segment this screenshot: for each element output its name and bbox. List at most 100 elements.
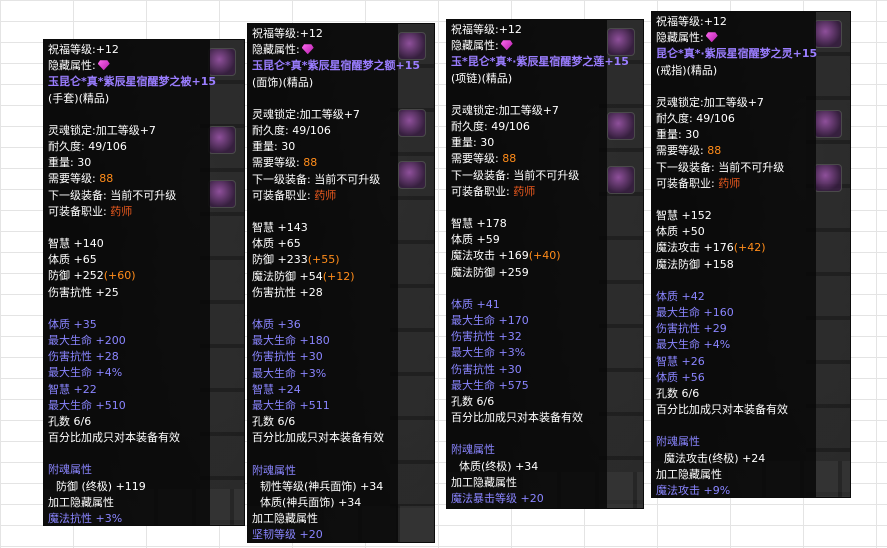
weight: 重量: 30	[656, 128, 700, 142]
base-stat: 魔法攻击 +176(+42)	[656, 240, 816, 256]
extra-stat: 最大生命 +200	[48, 334, 126, 348]
base-stat-text: 智慧 +178	[451, 217, 507, 231]
durability: 耐久度: 49/106	[451, 120, 530, 134]
equip-class-label: 可装备职业:	[656, 176, 715, 190]
bless-level: 祝福等级:+12	[48, 43, 119, 56]
percent-note: 百分比加成只对本装备有效	[656, 403, 788, 417]
gem-slot-icon	[208, 48, 236, 76]
required-level-value: 88	[707, 144, 722, 158]
gem-slot-icon	[398, 109, 426, 137]
item-title: 昆仑*真*·紫辰星宿醒梦之灵+15	[656, 47, 818, 61]
extra-stat: 体质 +35	[48, 317, 97, 331]
soul-lock: 灵魂锁定:加工等级+7	[252, 107, 360, 121]
hidden-attr: 隐藏属性:	[48, 58, 210, 74]
required-level-label: 需要等级:	[656, 144, 704, 158]
gem-slot-icon	[208, 180, 236, 208]
equip-class: 可装备职业: 药师	[451, 184, 607, 200]
soul-lock: 灵魂锁定:加工等级+7	[656, 95, 764, 109]
extra-stat: 最大生命 +4%	[656, 338, 731, 352]
process-hidden-header: 加工隐藏属性	[451, 475, 517, 489]
process-hidden-item: 魔法抗性 +3%	[48, 512, 123, 525]
hidden-attr: 隐藏属性:	[252, 42, 398, 58]
diamond-icon	[97, 60, 110, 71]
equip-class-value: 药师	[513, 184, 536, 198]
soul-attr-header: 附魂属性	[656, 435, 700, 449]
soul-attr-item: 魔法攻击(终极) +24	[664, 451, 766, 465]
socket-count: 孔数 6/6	[48, 415, 92, 429]
equip-class: 可装备职业: 药师	[48, 204, 210, 220]
item-tooltip: 祝福等级:+12 隐藏属性: 昆仑*真*·紫辰星宿醒梦之灵+15 (戒指)(精品) 灵魂…	[652, 12, 818, 497]
item-type: (手套)(精品)	[48, 91, 110, 105]
equip-class-label: 可装备职业:	[252, 188, 311, 202]
extra-stat: 最大生命 +511	[252, 399, 330, 413]
required-level-label: 需要等级:	[252, 156, 300, 170]
process-hidden-header: 加工隐藏属性	[48, 495, 114, 509]
base-stat-text: 魔法攻击 +169	[451, 249, 529, 263]
item-title: 玉昆仑*真*紫辰星宿醒梦之被+15	[48, 75, 217, 89]
gem-slot-icon	[607, 166, 635, 194]
next-equipment: 下一级装备: 当前不可升级	[48, 188, 177, 202]
required-level: 需要等级: 88	[451, 151, 607, 167]
percent-note: 百分比加成只对本装备有效	[252, 431, 384, 445]
base-stat-bonus: (+60)	[103, 269, 136, 283]
hidden-attr-label: 隐藏属性:	[252, 43, 300, 57]
gem-slot-icon	[398, 32, 426, 60]
base-stat-bonus: (+40)	[528, 249, 561, 263]
soul-attr-header: 附魂属性	[48, 463, 92, 477]
base-stat-text: 魔法攻击 +176	[656, 241, 734, 255]
extra-stat: 体质 +36	[252, 318, 301, 332]
base-stat-text: 智慧 +140	[48, 237, 104, 251]
extra-stat: 最大生命 +575	[451, 378, 529, 392]
extra-stat: 伤害抗性 +28	[48, 350, 119, 364]
base-stat-text: 智慧 +152	[656, 209, 712, 223]
base-stat-text: 魔法防御 +158	[656, 257, 734, 271]
base-stat-text: 智慧 +143	[252, 221, 308, 235]
base-stat: 防御 +233(+55)	[252, 252, 398, 268]
required-level: 需要等级: 88	[252, 155, 398, 171]
required-level: 需要等级: 88	[656, 143, 816, 159]
next-equipment: 下一级装备: 当前不可升级	[252, 172, 381, 186]
equip-class: 可装备职业: 药师	[252, 188, 398, 204]
extra-stat: 伤害抗性 +30	[252, 350, 323, 364]
extra-stat: 体质 +56	[656, 370, 705, 384]
process-hidden-header: 加工隐藏属性	[656, 467, 722, 481]
base-stat-text: 防御 +252	[48, 269, 104, 283]
item-type: (面饰)(精品)	[252, 75, 314, 89]
base-stat: 防御 +252(+60)	[48, 268, 210, 284]
extra-stat: 伤害抗性 +30	[451, 362, 522, 376]
base-stat: 魔法防御 +259	[451, 265, 607, 281]
equip-class-value: 药师	[110, 204, 133, 218]
base-stat: 魔法防御 +158	[656, 257, 816, 273]
extra-stat: 最大生命 +160	[656, 306, 734, 320]
base-stat-text: 防御 +233	[252, 253, 308, 267]
item-title: 玉*昆仑*真*·紫辰星宿醒梦之莲+15	[451, 55, 629, 69]
gem-slot-icon	[814, 164, 842, 192]
diamond-icon	[705, 32, 718, 43]
gem-slot-icon	[814, 110, 842, 138]
base-stat-text: 体质 +59	[451, 233, 500, 247]
base-stat-text: 体质 +65	[48, 253, 97, 267]
item-tooltip: 祝福等级:+12 隐藏属性: 玉昆仑*真*紫辰星宿醒梦之被+15 (手套)(精品) 灵魂…	[44, 40, 217, 525]
percent-note: 百分比加成只对本装备有效	[451, 411, 583, 425]
item-type: (项链)(精品)	[451, 71, 513, 85]
durability: 耐久度: 49/106	[252, 124, 331, 138]
item-tooltip-panel-face: 祝福等级:+12 隐藏属性: 玉昆仑*真*紫辰星宿醒梦之额+15 (面饰)(精品) 灵魂…	[248, 24, 434, 542]
required-level-label: 需要等级:	[48, 172, 96, 186]
hidden-attr: 隐藏属性:	[656, 30, 816, 46]
required-level-label: 需要等级:	[451, 152, 499, 166]
extra-stat: 最大生命 +3%	[451, 346, 526, 360]
gem-slot-icon	[607, 28, 635, 56]
base-stat: 魔法防御 +54(+12)	[252, 269, 398, 285]
next-equipment: 下一级装备: 当前不可升级	[656, 160, 785, 174]
weight: 重量: 30	[252, 140, 296, 154]
soul-attr-header: 附魂属性	[252, 463, 296, 477]
